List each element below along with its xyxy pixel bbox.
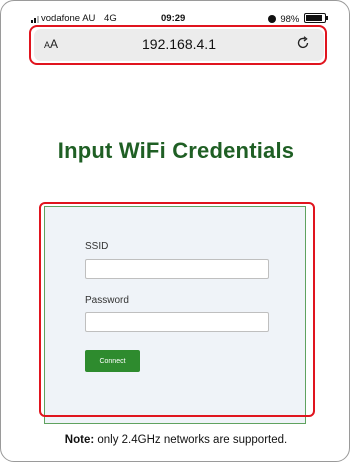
- battery-icon: [304, 13, 328, 23]
- address-bar-highlight: [29, 25, 327, 65]
- form-highlight: [39, 202, 315, 417]
- note-prefix: Note:: [64, 434, 95, 446]
- status-time: 09:29: [161, 13, 186, 24]
- note-body: only 2.4GHz networks are supported.: [94, 434, 288, 446]
- page-title: Input WiFi Credentials: [57, 138, 295, 163]
- carrier-name: vodafone AU: [41, 13, 96, 24]
- status-bar: vodafone AU 4G 09:29 98%: [31, 13, 328, 25]
- phone-frame: vodafone AU 4G 09:29 98% AA 192.168.4.1 …: [0, 0, 350, 462]
- signal-icon: [31, 15, 41, 23]
- alarm-icon: [267, 15, 276, 23]
- network-type: 4G: [104, 13, 117, 24]
- note-text: Note: only 2.4GHz networks are supported…: [1, 434, 349, 446]
- battery-percent: 98%: [280, 14, 300, 25]
- battery-fill: [306, 15, 322, 21]
